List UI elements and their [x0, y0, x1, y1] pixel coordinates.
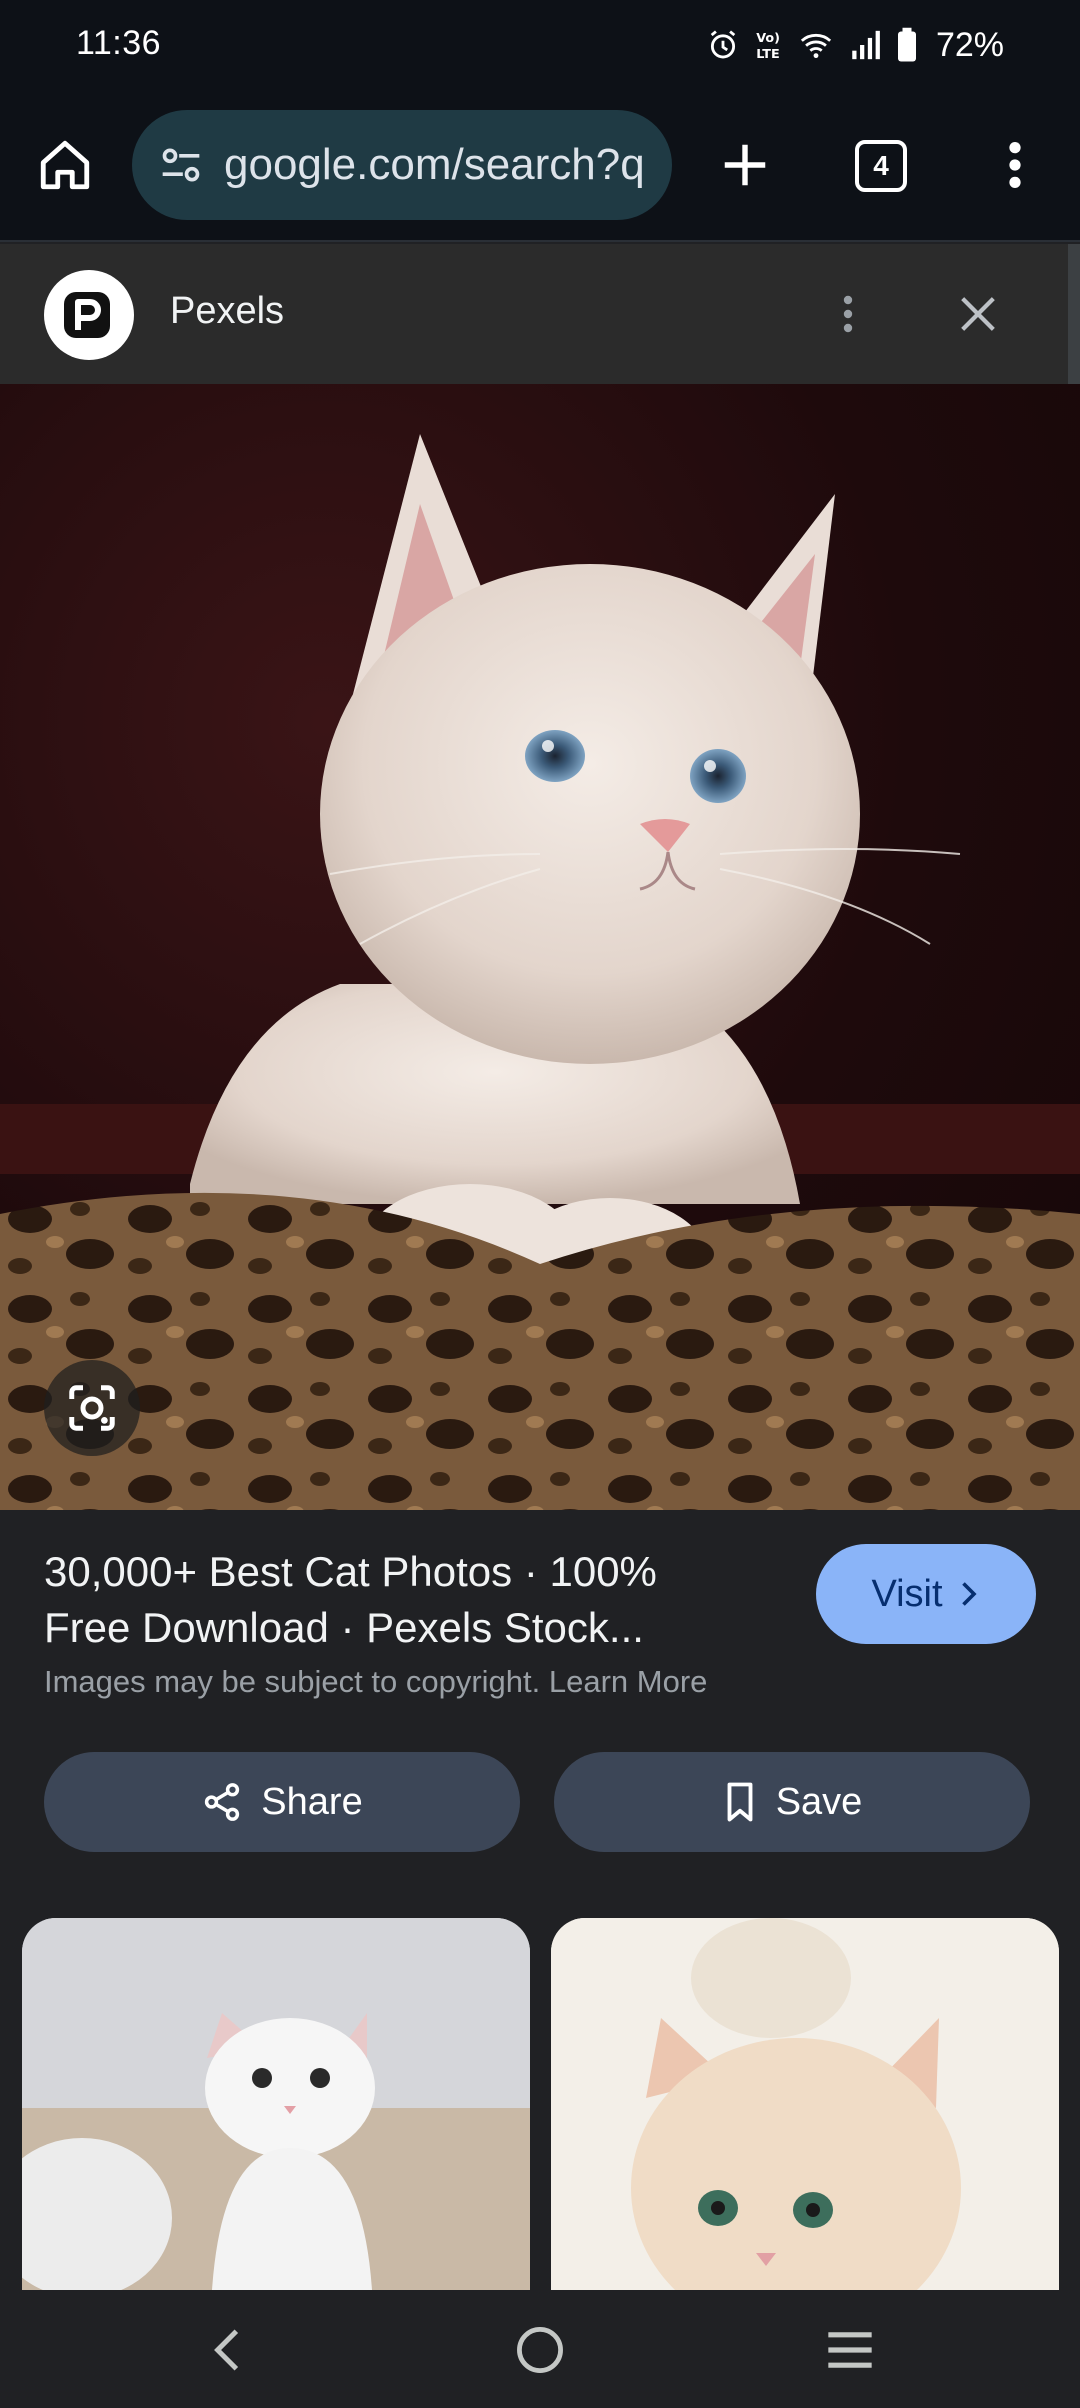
- result-title[interactable]: 30,000+ Best Cat Photos · 100% Free Down…: [44, 1544, 774, 1656]
- alarm-icon: [710, 30, 736, 59]
- volte-icon: Vo)LTE: [756, 31, 780, 62]
- kitten-photo: [0, 434, 1080, 1510]
- white-kitten-thumbnail: [22, 1918, 530, 2290]
- system-nav-bar: [0, 2290, 1080, 2408]
- ginger-kitten-thumbnail: [551, 1918, 1059, 2290]
- learn-more-link[interactable]: Learn More: [549, 1664, 708, 1699]
- tab-switcher-button[interactable]: 4: [855, 140, 907, 192]
- save-button[interactable]: Save: [554, 1752, 1030, 1852]
- status-time: 11:36: [76, 24, 162, 62]
- status-icons: Vo) LTE 72%: [706, 20, 1004, 70]
- battery-icon: [897, 27, 916, 62]
- browser-toolbar: google.com/search?q 4: [0, 90, 1080, 242]
- share-label: Share: [261, 1780, 363, 1823]
- more-vert-icon: [843, 295, 853, 333]
- wifi-icon: [800, 33, 832, 59]
- home-nav-button[interactable]: [500, 2310, 580, 2390]
- plus-icon: [724, 144, 766, 186]
- lens-search-button[interactable]: [44, 1360, 140, 1456]
- url-text[interactable]: google.com/search?q: [224, 140, 645, 190]
- main-image[interactable]: [0, 384, 1080, 1510]
- visit-label: Visit: [871, 1572, 943, 1615]
- back-icon: [214, 2329, 239, 2371]
- back-button[interactable]: [188, 2310, 268, 2390]
- close-icon: [961, 297, 995, 331]
- home-circle-icon: [517, 2327, 563, 2373]
- recents-icon: [828, 2332, 872, 2368]
- new-tab-button[interactable]: [710, 130, 780, 200]
- chevron-right-icon: [961, 1582, 977, 1606]
- status-bar: 11:36 Vo) LTE 72%: [0, 0, 1080, 90]
- share-button[interactable]: Share: [44, 1752, 520, 1852]
- bookmark-icon: [727, 1782, 753, 1822]
- source-more-button[interactable]: [828, 284, 868, 344]
- pexels-logo[interactable]: [44, 270, 134, 360]
- source-header: Pexels: [0, 244, 1068, 384]
- svg-text:LTE: LTE: [756, 47, 779, 62]
- signal-icon: [852, 30, 880, 60]
- recents-button[interactable]: [810, 2310, 890, 2390]
- copyright-notice: Images may be subject to copyright. Lear…: [44, 1664, 707, 1700]
- tab-count: 4: [873, 150, 889, 181]
- address-bar[interactable]: google.com/search?q: [132, 110, 672, 220]
- visit-button[interactable]: Visit: [816, 1544, 1036, 1644]
- related-image[interactable]: [551, 1918, 1059, 2290]
- share-icon: [205, 1783, 240, 1821]
- home-button[interactable]: [30, 130, 100, 200]
- site-settings-icon[interactable]: [156, 140, 206, 190]
- save-label: Save: [775, 1780, 863, 1823]
- battery-percent: 72%: [935, 25, 1004, 64]
- result-title-line-1: 30,000+ Best Cat Photos · 100%: [44, 1548, 657, 1595]
- close-button[interactable]: [948, 284, 1008, 344]
- browser-menu-button[interactable]: [990, 130, 1040, 200]
- related-image[interactable]: [22, 1918, 530, 2290]
- result-title-line-2: Free Download · Pexels Stock...: [44, 1604, 644, 1651]
- lens-icon: [69, 1385, 115, 1431]
- source-name[interactable]: Pexels: [170, 290, 284, 333]
- home-icon: [40, 140, 90, 190]
- more-vert-icon: [1009, 142, 1021, 188]
- svg-text:Vo): Vo): [756, 31, 780, 46]
- copyright-text: Images may be subject to copyright.: [44, 1664, 541, 1699]
